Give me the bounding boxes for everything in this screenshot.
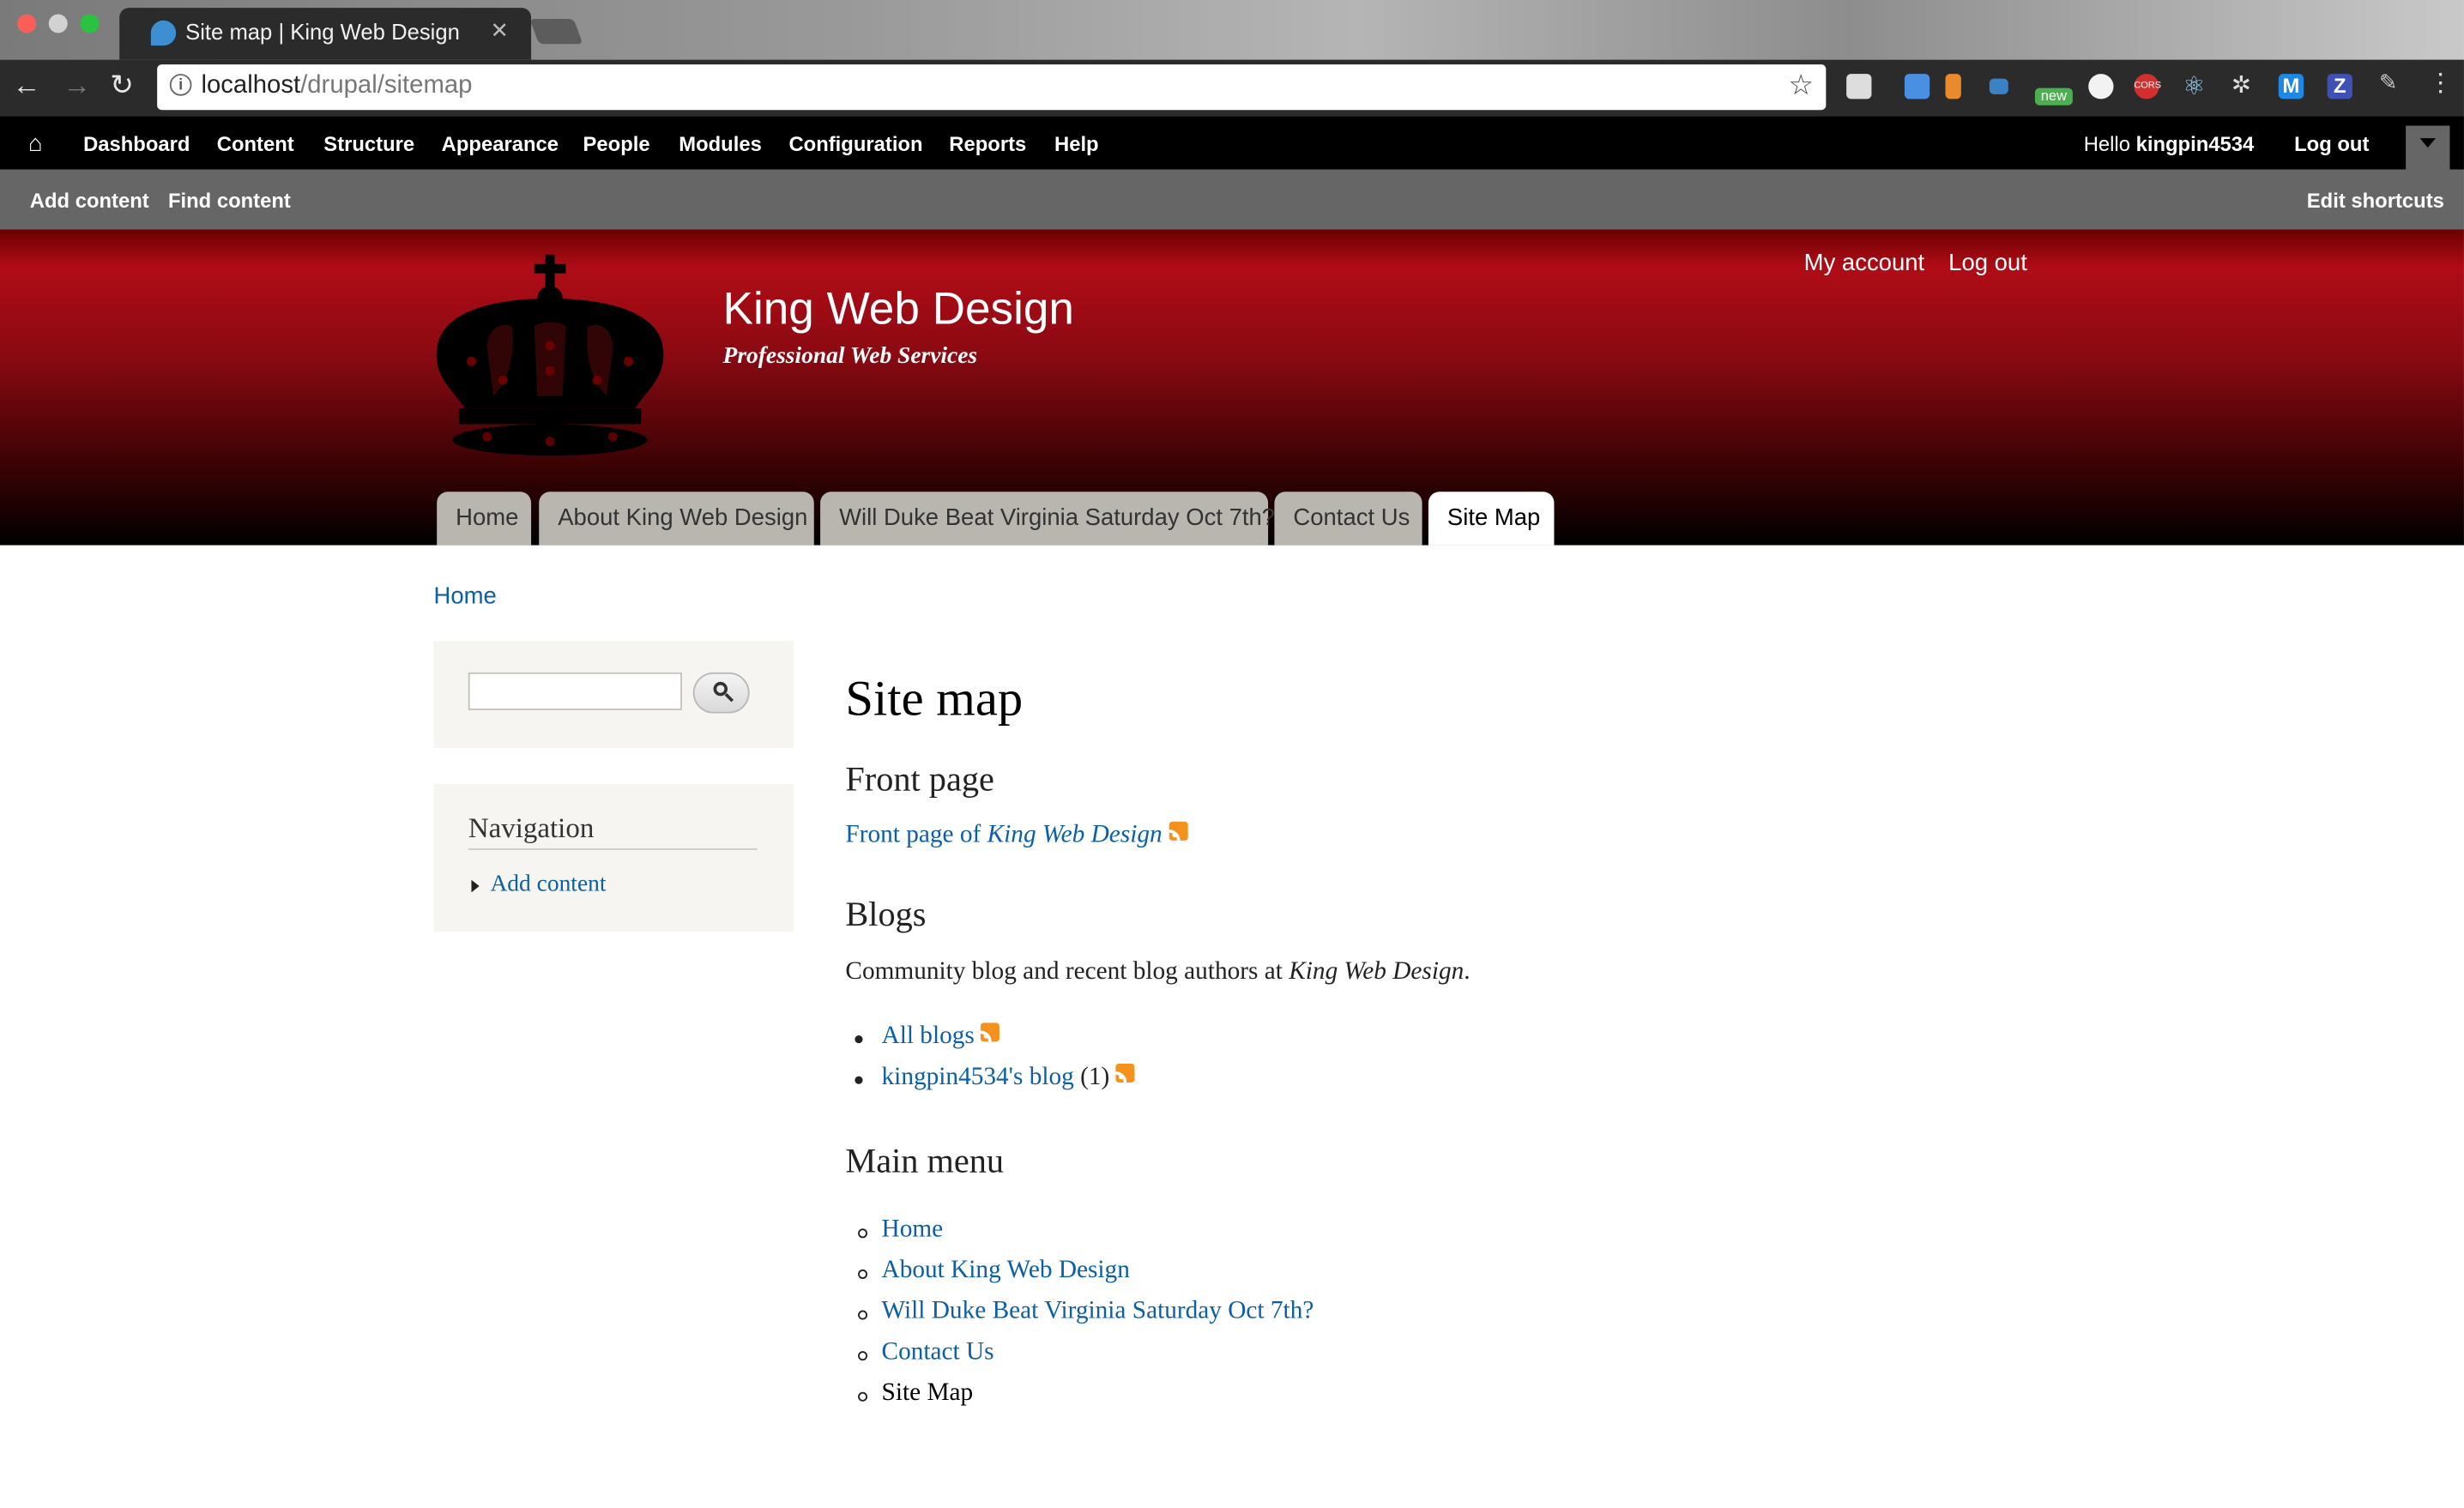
list-item: kingpin4534's blog (1) bbox=[882, 1063, 1135, 1092]
main-tab-contact[interactable]: Contact Us bbox=[1274, 492, 1422, 546]
zoom-window-button[interactable] bbox=[80, 14, 100, 33]
navigation-title: Navigation bbox=[468, 811, 595, 844]
drupal-favicon-icon bbox=[150, 20, 177, 46]
caret-right-icon bbox=[471, 879, 480, 893]
extension-icon[interactable] bbox=[2088, 74, 2114, 100]
blogs-description: Community blog and recent blog authors a… bbox=[845, 958, 1471, 986]
main-tab-about[interactable]: About King Web Design bbox=[539, 492, 814, 546]
bullet bbox=[855, 1076, 863, 1084]
bullet bbox=[858, 1228, 868, 1239]
home-icon[interactable]: ⌂ bbox=[28, 130, 43, 157]
z-extension-icon[interactable]: Z bbox=[2327, 74, 2352, 100]
admin-username[interactable]: kingpin4534 bbox=[2136, 132, 2255, 155]
blogs-heading: Blogs bbox=[845, 894, 927, 933]
breadcrumb[interactable]: Home bbox=[434, 583, 497, 610]
browser-tab-strip: Site map | King Web Design ✕ bbox=[0, 0, 2464, 60]
add-content-shortcut[interactable]: Add content bbox=[30, 189, 149, 212]
menu-site-map-active[interactable]: Site Map bbox=[882, 1379, 974, 1408]
find-content-shortcut[interactable]: Find content bbox=[168, 189, 291, 212]
site-name[interactable]: King Web Design bbox=[723, 285, 1074, 336]
main-tab-home[interactable]: Home bbox=[437, 492, 532, 546]
back-arrow-icon[interactable]: ← bbox=[13, 69, 41, 102]
user-blog-link[interactable]: kingpin4534's blog bbox=[882, 1064, 1074, 1090]
my-account-link[interactable]: My account bbox=[1804, 250, 1924, 276]
navigation-block: Navigation Add content bbox=[433, 783, 794, 932]
front-page-row: Front page of King Web Design bbox=[845, 821, 1187, 850]
admin-structure-link[interactable]: Structure bbox=[323, 132, 414, 155]
cors-extension-icon[interactable]: CORS bbox=[2134, 74, 2161, 100]
admin-modules-link[interactable]: Modules bbox=[679, 132, 762, 155]
blog-count: (1) bbox=[1080, 1063, 1110, 1091]
bullet bbox=[855, 1035, 863, 1044]
divider bbox=[468, 848, 758, 850]
settings-extension-icon[interactable]: ✲ bbox=[2231, 70, 2256, 99]
admin-reports-link[interactable]: Reports bbox=[949, 132, 1026, 155]
header-logout-link[interactable]: Log out bbox=[1948, 250, 2027, 276]
admin-help-link[interactable]: Help bbox=[1054, 132, 1099, 155]
url-text: localhost/drupal/sitemap bbox=[201, 72, 473, 100]
chevron-down-icon bbox=[2419, 138, 2436, 148]
minimize-window-button[interactable] bbox=[48, 14, 68, 33]
admin-appearance-link[interactable]: Appearance bbox=[442, 132, 559, 155]
main-tab-site-map[interactable]: Site Map bbox=[1428, 492, 1555, 546]
site-slogan: Professional Web Services bbox=[722, 344, 978, 370]
browser-tab[interactable]: Site map | King Web Design ✕ bbox=[119, 8, 532, 60]
main-tab-duke-virginia[interactable]: Will Duke Beat Virginia Saturday Oct 7th… bbox=[820, 492, 1275, 546]
menu-home-link[interactable]: Home bbox=[882, 1216, 944, 1245]
bullet bbox=[858, 1269, 868, 1279]
extension-icon[interactable] bbox=[1945, 74, 1961, 100]
admin-configuration-link[interactable]: Configuration bbox=[788, 132, 922, 155]
search-input[interactable] bbox=[468, 672, 682, 710]
admin-toolbar: ⌂ Dashboard Content Structure Appearance… bbox=[0, 116, 2464, 170]
admin-people-link[interactable]: People bbox=[583, 132, 650, 155]
bullet bbox=[858, 1351, 868, 1361]
bullet bbox=[858, 1391, 868, 1402]
forward-arrow-icon[interactable]: → bbox=[63, 69, 91, 102]
extension-icon[interactable] bbox=[1846, 74, 1872, 100]
all-blogs-link[interactable]: All blogs bbox=[882, 1022, 975, 1049]
page-title: Site map bbox=[845, 669, 1024, 727]
admin-content-link[interactable]: Content bbox=[217, 132, 294, 155]
bullet bbox=[858, 1310, 868, 1320]
m-extension-icon[interactable]: M bbox=[2278, 74, 2304, 100]
menu-duke-link[interactable]: Will Duke Beat Virginia Saturday Oct 7th… bbox=[882, 1298, 1314, 1326]
extension-icon[interactable] bbox=[1904, 74, 1930, 100]
search-icon-handle bbox=[724, 693, 734, 703]
menu-contact-link[interactable]: Contact Us bbox=[882, 1339, 994, 1367]
tab-close-icon[interactable]: ✕ bbox=[490, 17, 508, 44]
list-item: All blogs bbox=[882, 1022, 1000, 1051]
main-menu-heading: Main menu bbox=[845, 1140, 1005, 1180]
nav-add-content-link[interactable]: Add content bbox=[490, 872, 606, 899]
address-bar[interactable]: i localhost/drupal/sitemap ☆ bbox=[157, 64, 1827, 111]
front-page-link[interactable]: Front page of King Web Design bbox=[845, 822, 1162, 848]
browser-toolbar: ← → ↻ i localhost/drupal/sitemap ☆ new C… bbox=[0, 59, 2464, 117]
search-block bbox=[433, 641, 794, 748]
bookmark-star-icon[interactable]: ☆ bbox=[1788, 69, 1814, 102]
info-icon[interactable]: i bbox=[169, 74, 192, 96]
chrome-menu-icon[interactable]: ⋮ bbox=[2428, 68, 2453, 97]
search-button[interactable] bbox=[692, 672, 750, 714]
react-devtools-icon[interactable]: ⚛ bbox=[2183, 70, 2207, 100]
admin-logout-link[interactable]: Log out bbox=[2294, 132, 2369, 155]
admin-greeting: Hello kingpin4534 bbox=[2083, 131, 2255, 156]
extension-new-badge[interactable]: new bbox=[2034, 87, 2073, 106]
reload-icon[interactable]: ↻ bbox=[110, 69, 134, 102]
extension-icon[interactable]: ✎ bbox=[2379, 69, 2404, 94]
toolbar-drawer-toggle[interactable] bbox=[2406, 125, 2450, 170]
rss-feed-icon[interactable] bbox=[1168, 821, 1187, 841]
shortcut-bar: Add content Find content Edit shortcuts bbox=[0, 169, 2464, 230]
extension-icon[interactable] bbox=[1989, 78, 2008, 94]
site-header: King Web Design Professional Web Service… bbox=[0, 229, 2464, 546]
edit-shortcuts-link[interactable]: Edit shortcuts bbox=[2307, 189, 2444, 212]
front-page-heading: Front page bbox=[845, 758, 994, 799]
rss-feed-icon[interactable] bbox=[981, 1022, 1000, 1042]
rss-feed-icon[interactable] bbox=[1115, 1063, 1135, 1083]
menu-about-link[interactable]: About King Web Design bbox=[882, 1257, 1130, 1285]
new-tab-button[interactable] bbox=[529, 18, 583, 45]
crown-logo[interactable] bbox=[425, 251, 676, 459]
admin-dashboard-link[interactable]: Dashboard bbox=[83, 132, 190, 155]
tab-title: Site map | King Web Design bbox=[185, 18, 460, 45]
close-window-button[interactable] bbox=[17, 14, 37, 33]
